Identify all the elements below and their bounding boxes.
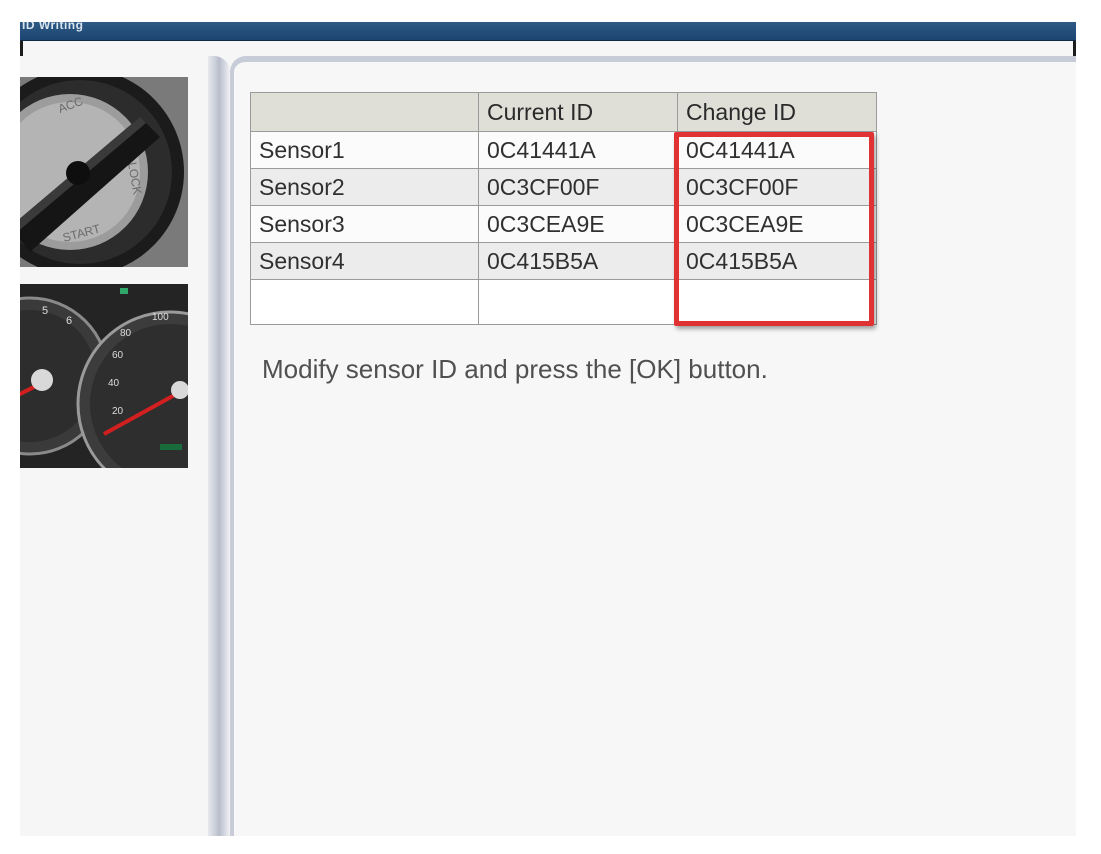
sensor-id-table: Current ID Change ID Sensor1 0C41441A 0C… bbox=[250, 92, 877, 325]
table-row: Sensor3 0C3CEA9E 0C3CEA9E bbox=[250, 205, 877, 243]
svg-text:80: 80 bbox=[120, 328, 132, 339]
ignition-switch-image: ACC LOCK START bbox=[20, 77, 188, 267]
svg-text:20: 20 bbox=[112, 406, 124, 417]
svg-text:60: 60 bbox=[112, 350, 124, 361]
change-id-input[interactable]: 0C415B5A bbox=[677, 242, 877, 280]
empty-cell bbox=[677, 279, 877, 325]
change-id-input[interactable]: 0C3CEA9E bbox=[677, 205, 877, 243]
instrument-cluster-image: 5 6 80 100 60 40 20 bbox=[20, 284, 188, 468]
change-id-input[interactable]: 0C3CF00F bbox=[677, 168, 877, 206]
svg-text:6: 6 bbox=[66, 315, 72, 327]
header-change-id: Change ID bbox=[677, 92, 877, 132]
left-panel: ACC LOCK START 5 6 80 100 60 40 20 bbox=[20, 56, 210, 836]
ignition-switch-icon: ACC LOCK START bbox=[20, 77, 188, 267]
sensor-name: Sensor3 bbox=[250, 205, 479, 243]
empty-cell bbox=[250, 279, 479, 325]
svg-text:5: 5 bbox=[42, 305, 48, 317]
sensor-name: Sensor4 bbox=[250, 242, 479, 280]
current-id: 0C415B5A bbox=[478, 242, 678, 280]
window-title: ID Writing bbox=[22, 22, 84, 32]
current-id: 0C41441A bbox=[478, 131, 678, 169]
table-row: Sensor2 0C3CF00F 0C3CF00F bbox=[250, 168, 877, 206]
app-window: ID Writing ACC LOCK START 5 6 80 100 60 … bbox=[20, 22, 1076, 836]
instruction-text: Modify sensor ID and press the [OK] butt… bbox=[262, 354, 768, 384]
empty-cell bbox=[478, 279, 678, 325]
speedometer-icon: 5 6 80 100 60 40 20 bbox=[20, 284, 188, 468]
table-row: Sensor1 0C41441A 0C41441A bbox=[250, 131, 877, 169]
current-id: 0C3CEA9E bbox=[478, 205, 678, 243]
svg-text:40: 40 bbox=[108, 378, 120, 389]
current-id: 0C3CF00F bbox=[478, 168, 678, 206]
header-sensor bbox=[250, 92, 479, 132]
sensor-name: Sensor2 bbox=[250, 168, 479, 206]
table-row: Sensor4 0C415B5A 0C415B5A bbox=[250, 242, 877, 280]
title-bar: ID Writing bbox=[20, 22, 1076, 41]
table-row-empty bbox=[250, 279, 877, 325]
header-current-id: Current ID bbox=[478, 92, 678, 132]
svg-text:100: 100 bbox=[152, 312, 169, 323]
panel-divider bbox=[208, 56, 230, 836]
main-panel: Current ID Change ID Sensor1 0C41441A 0C… bbox=[230, 56, 1076, 836]
change-id-input[interactable]: 0C41441A bbox=[677, 131, 877, 169]
table-header-row: Current ID Change ID bbox=[250, 92, 877, 132]
sensor-name: Sensor1 bbox=[250, 131, 479, 169]
